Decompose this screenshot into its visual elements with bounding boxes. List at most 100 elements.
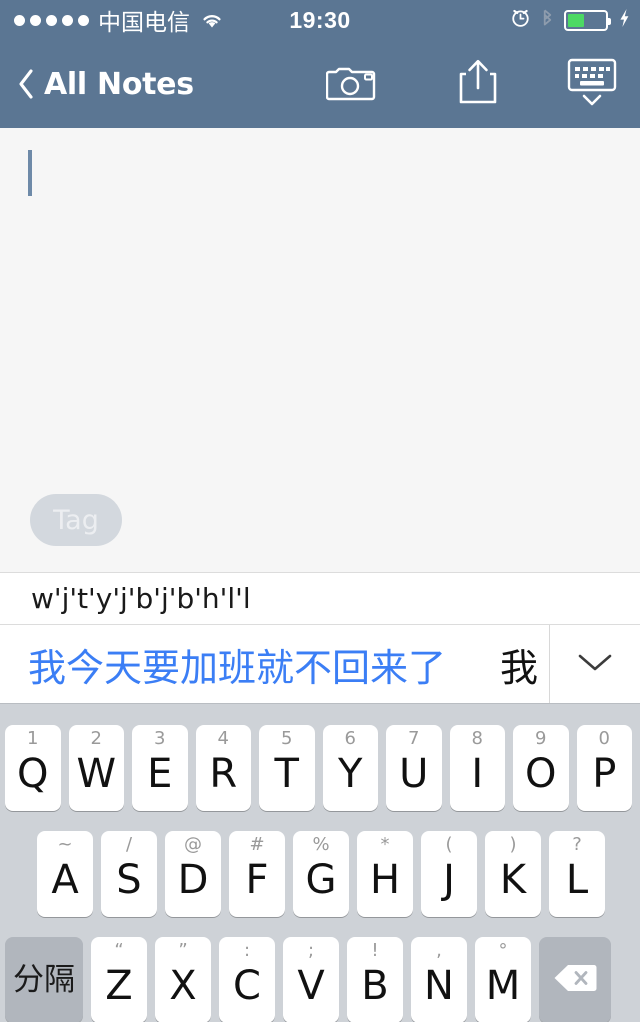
key-label: O [525,751,557,797]
key-alt-label: ? [572,834,582,855]
keyboard-row-2: ~ A / S @ D # F% G * H(J) K? L [0,831,640,917]
key-alt-label: 7 [408,728,420,749]
key-k[interactable]: ) K [485,831,541,917]
key-label: 分隔 [13,961,75,998]
key-alt-label: 0 [598,728,610,749]
bluetooth-icon [541,7,554,33]
key-t[interactable]: 5T [259,725,315,811]
key-label: Z [105,963,133,1009]
candidate-item[interactable]: 我 [446,637,538,692]
key-n[interactable]: ,N [411,937,467,1022]
key-label: L [565,857,589,903]
status-bar: 中国电信 19:30 [0,0,640,40]
camera-button[interactable] [312,40,392,128]
key-b[interactable]: ! B [347,937,403,1022]
key-m[interactable]: ° M [475,937,531,1022]
hide-keyboard-button[interactable] [552,40,632,128]
status-bar-right [510,0,630,40]
key-e[interactable]: 3E [132,725,188,811]
chevron-left-icon [18,69,34,99]
tag-chip[interactable]: Tag [30,494,122,546]
key-alt-label: 6 [344,728,356,749]
alarm-clock-icon [510,7,531,33]
key-a[interactable]: ~ A [37,831,93,917]
key-alt-label: * [380,834,390,855]
key-h[interactable]: * H [357,831,413,917]
key-d[interactable]: @ D [165,831,221,917]
key-alt-label: / [125,834,133,855]
key-label: G [305,857,337,903]
candidate-item[interactable]: 我今天要加班就不回来了 [0,637,446,692]
key-alt-label: 5 [281,728,293,749]
key-w[interactable]: 2W [68,725,124,811]
chevron-down-icon [577,651,613,678]
back-to-all-notes-button[interactable]: All Notes [18,40,194,128]
pinyin-composition-text: w'j't'y'j'b'j'b'h'l'l [31,582,251,615]
software-keyboard: 1Q2W3E4R5T6Y7U8I9O0P ~ A / S @ D # F% G * H(J) K? L … [0,703,640,1022]
key-alt-label: 3 [154,728,166,749]
key-y[interactable]: 6Y [322,725,378,811]
key-label: H [369,857,401,903]
key-f[interactable]: # F [229,831,285,917]
key-separator[interactable]: 分隔 [5,937,83,1022]
key-alt-label: ! [371,940,379,961]
key-r[interactable]: 4R [195,725,251,811]
key-l[interactable]: ? L [549,831,605,917]
key-j[interactable]: (J [421,831,477,917]
camera-icon [325,62,378,107]
key-alt-label: ; [307,940,315,961]
key-u[interactable]: 7U [386,725,442,811]
key-label: M [485,963,521,1009]
key-x[interactable]: ” X [155,937,211,1022]
key-q[interactable]: 1Q [5,725,61,811]
battery-fill [568,13,585,27]
backspace-key[interactable] [539,937,611,1022]
key-z[interactable]: “Z [91,937,147,1022]
notes-app-screen: 中国电信 19:30 All Notes Tag w'j't'y'j'b'j'b… [0,0,640,1022]
key-label: J [443,857,455,903]
key-label: I [471,751,484,797]
key-label: F [245,857,269,903]
key-alt-label: 1 [27,728,39,749]
key-alt-label: : [243,940,251,961]
key-label: N [424,963,454,1009]
key-label: R [209,751,238,797]
key-c[interactable]: :C [219,937,275,1022]
expand-candidates-button[interactable] [549,625,640,703]
note-editor[interactable]: Tag [0,128,640,572]
key-label: S [116,857,142,903]
key-label: T [274,751,299,797]
key-alt-label: 4 [217,728,229,749]
key-alt-label: % [312,834,330,855]
battery-icon [564,9,611,31]
key-label: E [147,751,173,797]
keyboard-row-3: 分隔 “Z” X: C; V! B, N ° M [0,937,640,1022]
share-upload-icon [458,58,498,111]
key-alt-label: , [436,940,442,961]
key-s[interactable]: / S [101,831,157,917]
key-label: A [51,857,79,903]
key-i[interactable]: 8I [449,725,505,811]
key-alt-label: ° [498,940,508,961]
key-alt-label: “ [114,940,124,961]
key-v[interactable]: ; V [283,937,339,1022]
text-caret [28,150,32,196]
share-button[interactable] [438,40,518,128]
key-label: B [361,963,389,1009]
key-alt-label: # [249,834,265,855]
key-p[interactable]: 0P [576,725,632,811]
key-alt-label: ” [178,940,188,961]
keyboard-dismiss-icon [566,56,618,113]
key-alt-label: ~ [57,834,73,855]
key-g[interactable]: % G [293,831,349,917]
key-alt-label: ) [509,834,517,855]
backspace-icon [553,963,597,998]
keyboard-row-1: 1Q2W3E4R5T6Y7U8I9O0P [0,725,640,811]
key-label: W [76,751,117,797]
key-alt-label: 9 [535,728,547,749]
lightning-bolt-icon [618,7,630,34]
candidate-list[interactable]: 我今天要加班就不回来了 我 [0,625,549,703]
key-o[interactable]: 9O [513,725,569,811]
pinyin-composition-strip[interactable]: w'j't'y'j'b'j'b'h'l'l [0,572,640,625]
navigation-bar: All Notes [0,40,640,128]
